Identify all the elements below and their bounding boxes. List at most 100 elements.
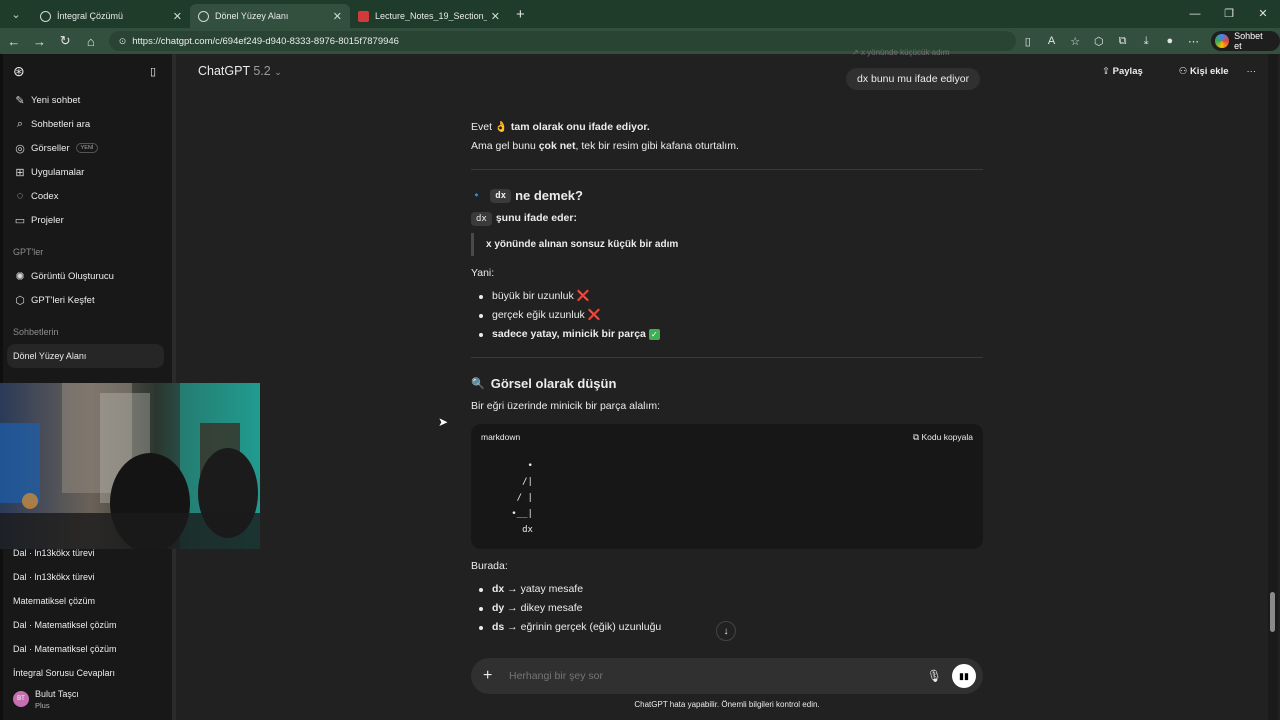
sidebar-item-image-creator[interactable]: ✺ Görüntü Oluşturucu bbox=[3, 264, 172, 288]
attach-plus-button[interactable]: + bbox=[483, 667, 499, 685]
more-menu-icon[interactable]: ⋯ bbox=[1182, 35, 1206, 48]
scroll-down-button[interactable]: ↓ bbox=[716, 621, 736, 641]
collections-icon[interactable]: ⧉ bbox=[1111, 35, 1135, 48]
term-desc: → eğrinin gerçek (eğik) uzunluğu bbox=[504, 621, 662, 633]
intro-bold: tam olarak onu ifade ediyor. bbox=[510, 121, 650, 133]
extensions-icon[interactable]: ⬡ bbox=[1087, 35, 1111, 48]
faded-arrow-icon: ↗ bbox=[852, 48, 861, 57]
list-item: sadece yatay, minicik bir parça ✓ bbox=[471, 325, 983, 344]
chat-header: ChatGPT 5.2 ⌄ ⇪ Paylaş ⚇ Kişi ekle ··· bbox=[180, 54, 1268, 88]
share-button[interactable]: ⇪ Paylaş bbox=[1084, 66, 1143, 77]
sidebar-item-images[interactable]: ◎ Görseller YENİ bbox=[3, 136, 172, 160]
close-tab-icon[interactable]: ✕ bbox=[491, 10, 500, 23]
intro-line-2: Ama gel bunu çok net, tek bir resim gibi… bbox=[471, 137, 983, 156]
model-selector[interactable]: ChatGPT 5.2 ⌄ bbox=[198, 64, 282, 78]
close-tab-icon[interactable]: ✕ bbox=[333, 10, 342, 23]
paragraph: Bir eğri üzerinde minicik bir parça alal… bbox=[471, 400, 661, 412]
definition-line: dx şunu ifade eder: bbox=[471, 209, 983, 229]
app-window: ⌄ İntegral Çözümü ✕ Dönel Yüzey Alanı ✕ … bbox=[0, 0, 1280, 720]
codex-icon: ◌ bbox=[16, 190, 24, 202]
site-info-icon[interactable]: ⊙ bbox=[119, 36, 127, 47]
term-desc: → dikey mesafe bbox=[504, 602, 583, 614]
mouse-cursor-icon: ➤ bbox=[438, 415, 449, 429]
blue-diamond-icon: 🔹 bbox=[471, 190, 483, 200]
sidebar-item-label: GPT'leri Keşfet bbox=[31, 294, 95, 306]
forward-icon[interactable]: → bbox=[28, 34, 52, 49]
browser-tab[interactable]: Lecture_Notes_19_Section_2.pdf ✕ bbox=[350, 4, 508, 28]
check-mark-icon: ✓ bbox=[648, 329, 660, 340]
browser-tab-active[interactable]: Dönel Yüzey Alanı ✕ bbox=[190, 4, 350, 28]
page-scrollbar-thumb[interactable] bbox=[1270, 592, 1275, 632]
sidebar-item-projects[interactable]: ▭ Projeler bbox=[3, 208, 172, 232]
voice-mode-button[interactable]: ▮▮ bbox=[952, 664, 976, 688]
intro-text: Evet 👌 bbox=[471, 121, 511, 133]
magnifier-icon: 🔍 bbox=[471, 378, 485, 390]
chat-list-item[interactable]: Matematiksel çözüm bbox=[3, 589, 172, 613]
chat-list-item[interactable]: Dal · ln13kökx türevi bbox=[3, 565, 172, 589]
sidebar-item-new-chat[interactable]: ✎ Yeni sohbet bbox=[3, 88, 172, 112]
term-desc: → yatay mesafe bbox=[504, 583, 584, 595]
copilot-chat-label: Sohbet et bbox=[1234, 31, 1263, 51]
add-person-button[interactable]: ⚇ Kişi ekle bbox=[1161, 66, 1229, 77]
new-tab-button[interactable]: + bbox=[516, 6, 525, 23]
downloads-icon[interactable]: ⤓ bbox=[1134, 35, 1158, 48]
copilot-icon bbox=[1215, 34, 1230, 48]
minimize-icon[interactable]: — bbox=[1178, 0, 1212, 28]
sidebar-toggle-icon[interactable]: ▯ bbox=[150, 65, 156, 78]
sidebar-item-search[interactable]: ⌕ Sohbetleri ara bbox=[3, 112, 172, 136]
arrow-down-icon: ↓ bbox=[723, 625, 729, 637]
code-block-header: markdown ⧉ Kodu kopyala bbox=[471, 424, 983, 450]
maximize-icon[interactable]: ❐ bbox=[1212, 0, 1246, 28]
sidebar-item-codex[interactable]: ◌ Codex bbox=[3, 184, 172, 208]
close-tab-icon[interactable]: ✕ bbox=[173, 10, 182, 23]
prompt-input[interactable] bbox=[509, 670, 927, 682]
more-options-icon[interactable]: ··· bbox=[1247, 66, 1257, 77]
copilot-chat-button[interactable]: Sohbet et bbox=[1211, 31, 1280, 51]
section-title: Görsel olarak düşün bbox=[490, 376, 617, 391]
browser-toolbar: ← → ↻ ⌂ ⊙ https://chatgpt.com/c/694ef249… bbox=[0, 28, 1280, 54]
chats-heading: Sohbetlerin bbox=[13, 327, 59, 337]
browser-tab[interactable]: İntegral Çözümü ✕ bbox=[32, 4, 190, 28]
favorite-star-icon[interactable]: ☆ bbox=[1063, 35, 1087, 48]
list-item-text: büyük bir uzunluk bbox=[492, 290, 577, 302]
edit-icon: ✎ bbox=[15, 94, 25, 107]
user-message-bubble: dx bunu mu ifade ediyor bbox=[846, 68, 981, 90]
code-block: markdown ⧉ Kodu kopyala • /| / | •__| dx bbox=[471, 424, 983, 549]
divider bbox=[471, 357, 983, 358]
sidebar-top: ⊛ ▯ bbox=[3, 54, 172, 88]
copy-code-button[interactable]: ⧉ Kodu kopyala bbox=[913, 432, 973, 443]
home-icon[interactable]: ⌂ bbox=[79, 34, 103, 49]
reading-view-icon[interactable]: ▯ bbox=[1016, 35, 1040, 48]
microphone-icon[interactable]: 🎙 bbox=[927, 669, 942, 683]
bullet-list: büyük bir uzunluk ❌ gerçek eğik uzunluk … bbox=[471, 287, 983, 344]
avatar: BT bbox=[13, 691, 29, 707]
read-aloud-icon[interactable]: A bbox=[1040, 35, 1064, 47]
intro-line-1: Evet 👌 tam olarak onu ifade ediyor. bbox=[471, 118, 983, 137]
sidebar-item-apps[interactable]: ⊞ Uygulamalar bbox=[3, 160, 172, 184]
browser-tab-bar: ⌄ İntegral Çözümü ✕ Dönel Yüzey Alanı ✕ … bbox=[0, 0, 1280, 28]
close-window-icon[interactable]: ✕ bbox=[1246, 0, 1280, 28]
chat-list-item[interactable]: Dal · Matematiksel çözüm bbox=[3, 637, 172, 661]
faded-text: x yönünde küçücük adım bbox=[860, 48, 950, 57]
tab-list-chevron-icon[interactable]: ⌄ bbox=[4, 3, 28, 25]
sidebar-item-label: Yeni sohbet bbox=[31, 94, 81, 106]
user-plan: Plus bbox=[35, 700, 50, 710]
user-menu[interactable]: BT Bulut Taşcı Plus bbox=[3, 678, 172, 720]
intro-text: Ama gel bunu bbox=[471, 140, 539, 152]
refresh-icon[interactable]: ↻ bbox=[53, 33, 77, 49]
list-item: büyük bir uzunluk ❌ bbox=[471, 287, 983, 306]
chat-list-item[interactable]: Dal · Matematiksel çözüm bbox=[3, 613, 172, 637]
share-label: Paylaş bbox=[1112, 65, 1143, 77]
openai-logo-icon[interactable]: ⊛ bbox=[13, 63, 25, 80]
back-icon[interactable]: ← bbox=[2, 34, 26, 49]
sidebar-item-explore-gpts[interactable]: ⬡ GPT'leri Keşfet bbox=[3, 288, 172, 312]
openai-favicon-icon bbox=[198, 10, 209, 22]
intro-text: , tek bir resim gibi kafana oturtalım. bbox=[575, 140, 739, 152]
apps-icon: ⊞ bbox=[15, 166, 25, 179]
term: dx bbox=[492, 583, 505, 595]
chat-list-item-active[interactable]: Dönel Yüzey Alanı bbox=[7, 344, 164, 368]
inline-code: dx bbox=[471, 212, 492, 226]
profile-icon[interactable]: ● bbox=[1158, 35, 1182, 47]
definition-text: şunu ifade eder: bbox=[495, 212, 577, 224]
image-icon: ◎ bbox=[15, 142, 25, 155]
